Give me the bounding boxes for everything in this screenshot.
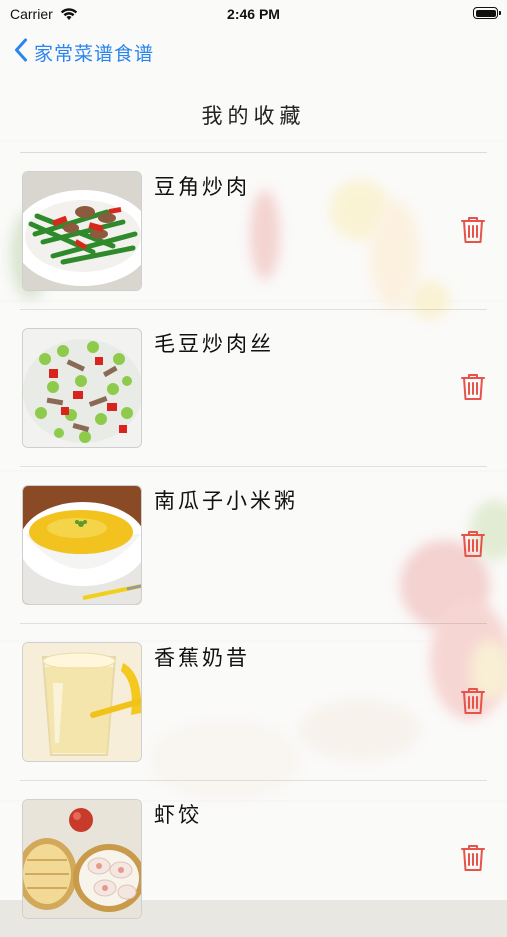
trash-icon (459, 688, 487, 720)
recipe-thumbnail (22, 799, 142, 919)
trash-icon (459, 845, 487, 877)
delete-button[interactable] (459, 843, 487, 873)
recipe-name: 豆角炒肉 (154, 175, 250, 199)
favorites-list: 豆角炒肉 毛豆炒肉丝 南瓜子小米粥 香蕉奶昔 虾饺 (0, 153, 507, 937)
trash-icon (459, 374, 487, 406)
favorite-item[interactable]: 豆角炒肉 (20, 153, 487, 310)
delete-button[interactable] (459, 686, 487, 716)
delete-button[interactable] (459, 529, 487, 559)
favorite-item[interactable]: 毛豆炒肉丝 (20, 310, 487, 467)
trash-icon (459, 217, 487, 249)
back-button[interactable]: 家常菜谱食谱 (14, 38, 154, 66)
recipe-thumbnail (22, 328, 142, 448)
delete-button[interactable] (459, 215, 487, 245)
battery-icon (473, 7, 501, 19)
recipe-thumbnail (22, 171, 142, 291)
recipe-name: 香蕉奶昔 (154, 646, 250, 670)
status-bar: Carrier 2:46 PM (0, 0, 507, 28)
status-time: 2:46 PM (227, 6, 280, 22)
recipe-thumbnail (22, 642, 142, 762)
favorite-item[interactable]: 香蕉奶昔 (20, 624, 487, 781)
recipe-name: 毛豆炒肉丝 (154, 332, 274, 356)
favorite-item[interactable]: 南瓜子小米粥 (20, 467, 487, 624)
favorite-item[interactable]: 虾饺 (20, 781, 487, 937)
chevron-left-icon (14, 38, 28, 66)
delete-button[interactable] (459, 372, 487, 402)
recipe-thumbnail (22, 485, 142, 605)
back-button-label: 家常菜谱食谱 (34, 42, 155, 65)
recipe-name: 南瓜子小米粥 (154, 489, 298, 513)
recipe-name: 虾饺 (154, 803, 202, 827)
page-title: 我的收藏 (201, 104, 306, 128)
trash-icon (459, 531, 487, 563)
